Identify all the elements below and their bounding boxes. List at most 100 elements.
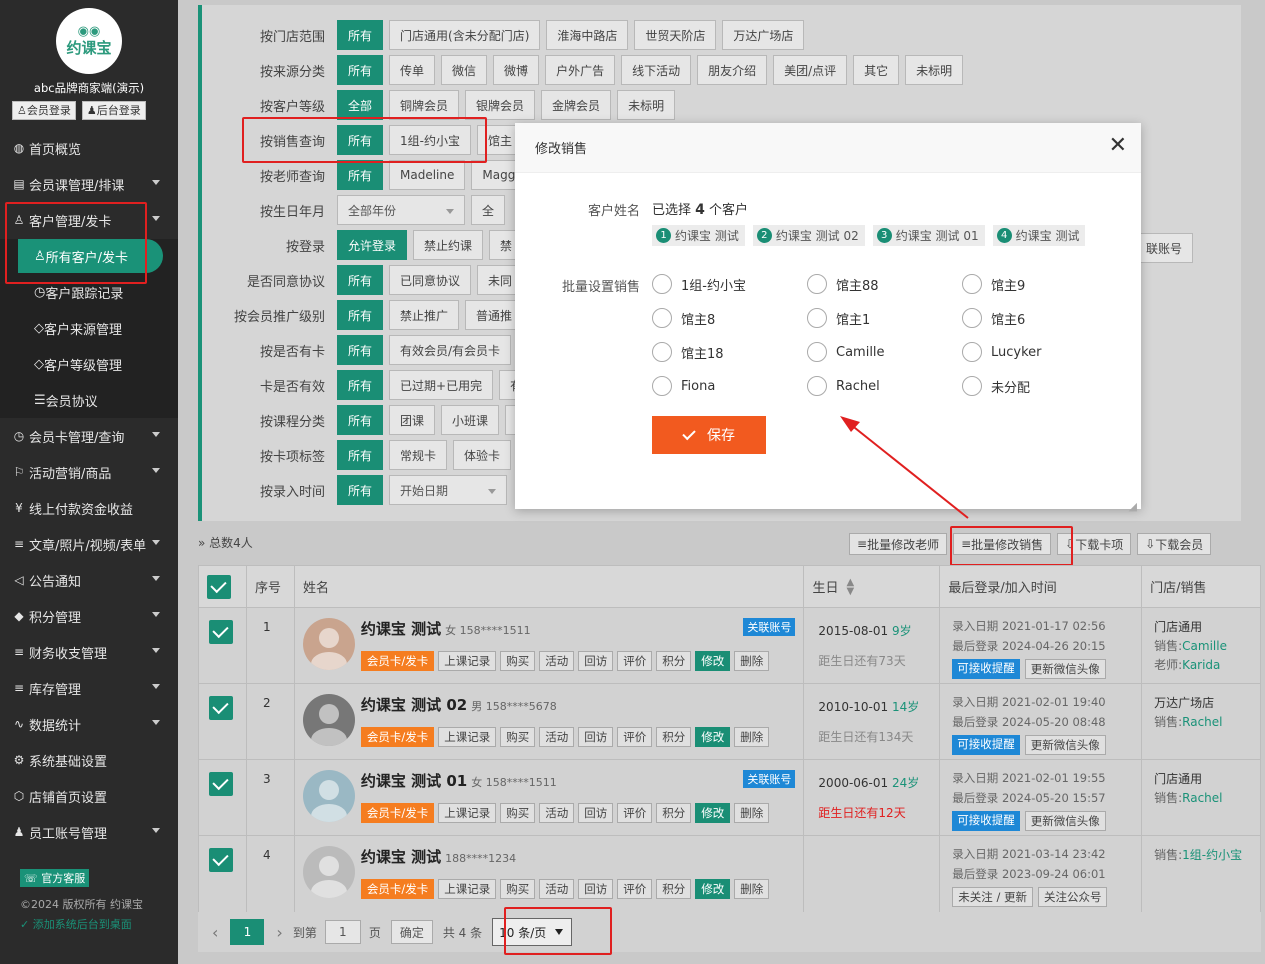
sidebar-subitem-3[interactable]: ◇ 客户等级管理 [0,346,178,382]
row-op-2[interactable]: 购买 [500,651,536,671]
filter-option[interactable]: 所有 [337,405,384,435]
filter-option[interactable]: 淮海中路店 [546,20,629,50]
header-birthday[interactable]: 生日 ▲ ▼ [804,566,941,607]
page-1-button[interactable]: 1 [230,919,265,945]
row-op-4[interactable]: 回访 [578,803,614,823]
filter-option[interactable]: 1组-约小宝 [389,125,471,155]
filter-option[interactable]: 银牌会员 [465,90,536,120]
reminder-tag[interactable]: 可接收提醒 [952,735,1020,755]
row-op-1[interactable]: 上课记录 [438,727,497,747]
sidebar-item-8[interactable]: ◆ 积分管理 [0,598,178,634]
row-op-2[interactable]: 购买 [500,727,536,747]
row-op-7[interactable]: 修改 [695,727,731,747]
sidebar-item-12[interactable]: ⚙ 系统基础设置 [0,742,178,778]
sales-radio-option[interactable]: 馆主1 [807,308,870,328]
avatar[interactable] [302,618,355,670]
row-op-6[interactable]: 积分 [656,727,692,747]
filter-option[interactable]: 所有 [337,300,384,330]
row-op-8[interactable]: 删除 [734,727,770,747]
filter-option[interactable]: 金牌会员 [541,90,612,120]
avatar[interactable] [302,770,355,822]
filter-option[interactable]: 微信 [441,55,488,85]
sidebar-item-7[interactable]: ◁ 公告通知 [0,562,178,598]
sales-radio-option[interactable]: Lucyker [962,342,1042,362]
sales-radio-option[interactable]: Camille [807,342,885,362]
row-op-0[interactable]: 会员卡/发卡 [360,879,435,899]
row-op-0[interactable]: 会员卡/发卡 [360,727,435,747]
row-op-7[interactable]: 修改 [695,803,731,823]
page-input[interactable]: 1 [324,920,361,944]
row-op-6[interactable]: 积分 [656,879,692,899]
sidebar-item-3[interactable]: ◷ 会员卡管理/查询 [0,418,178,454]
linked-account-badge[interactable]: 关联账号 [743,770,796,788]
filter-option[interactable]: 所有 [337,265,384,295]
sidebar-subitem-4[interactable]: ☰ 会员协议 [0,382,178,418]
close-icon[interactable]: ✕ [1109,135,1127,157]
row-op-2[interactable]: 购买 [500,803,536,823]
update-avatar-tag[interactable]: 更新微信头像 [1024,811,1106,831]
select-all-checkbox[interactable] [199,566,247,607]
filter-option[interactable]: 传单 [389,55,436,85]
filter-option[interactable]: 所有 [337,125,384,155]
sales-radio-option[interactable]: 1组-约小宝 [652,274,746,294]
download-card-button[interactable]: ⇩ 下载卡项 [1057,533,1132,555]
resize-handle-icon[interactable]: ◢ [1129,500,1137,513]
sidebar-item-0[interactable]: ◍ 首页概览 [0,130,178,166]
filter-option[interactable]: 户外广告 [545,55,616,85]
sidebar-item-4[interactable]: ⚐ 活动营销/商品 [0,454,178,490]
filter-option[interactable]: 未标明 [617,90,676,120]
row-op-8[interactable]: 删除 [734,651,770,671]
sidebar-item-11[interactable]: ∿ 数据统计 [0,706,178,742]
row-op-5[interactable]: 评价 [617,727,653,747]
row-op-4[interactable]: 回访 [578,651,614,671]
filter-option[interactable]: 美团/点评 [773,55,848,85]
row-op-6[interactable]: 积分 [656,651,692,671]
row-op-5[interactable]: 评价 [617,879,653,899]
row-op-3[interactable]: 活动 [539,651,575,671]
birth-year-select[interactable]: 全部年份 [337,195,465,225]
row-checkbox[interactable] [209,772,233,796]
row-op-1[interactable]: 上课记录 [438,879,497,899]
filter-option[interactable]: 微博 [493,55,540,85]
filter-option[interactable]: 其它 [853,55,900,85]
sales-radio-option[interactable]: 未分配 [962,376,1030,396]
row-op-1[interactable]: 上课记录 [438,651,497,671]
filter-option[interactable]: 已过期+已用完 [389,370,494,400]
sales-radio-option[interactable]: 馆主6 [962,308,1025,328]
reminder-tag[interactable]: 未关注 / 更新 [952,887,1033,907]
sales-radio-option[interactable]: 馆主18 [652,342,724,362]
row-op-3[interactable]: 活动 [539,803,575,823]
batch-sales-button[interactable]: ≡ 批量修改销售 [953,533,1052,555]
filter-option[interactable]: 允许登录 [337,230,408,260]
customer-name[interactable]: 约课宝 测试女 158****1511 [361,618,531,639]
row-op-4[interactable]: 回访 [578,879,614,899]
sidebar-item-6[interactable]: ≡ 文章/照片/视频/表单 [0,526,178,562]
filter-option[interactable]: Madeline [389,160,466,190]
row-op-2[interactable]: 购买 [500,879,536,899]
sidebar-item-13[interactable]: ⬡ 店铺首页设置 [0,778,178,814]
batch-teacher-button[interactable]: ≡ 批量修改老师 [849,533,948,555]
row-op-6[interactable]: 积分 [656,803,692,823]
row-op-7[interactable]: 修改 [695,879,731,899]
filter-option[interactable]: 小班课 [441,405,500,435]
filter-option[interactable]: 世贸天阶店 [634,20,717,50]
page-size-select[interactable]: 10 条/页 [492,918,573,946]
row-checkbox[interactable] [209,620,233,644]
row-op-8[interactable]: 删除 [734,803,770,823]
sidebar-item-5[interactable]: ¥ 线上付款资金收益 [0,490,178,526]
filter-option[interactable]: 万达广场店 [722,20,805,50]
filter-option[interactable]: 常规卡 [389,440,448,470]
update-avatar-tag[interactable]: 更新微信头像 [1024,659,1106,679]
filter-option[interactable]: 所有 [337,55,384,85]
sidebar-item-10[interactable]: ≡ 库存管理 [0,670,178,706]
sales-radio-option[interactable]: 馆主8 [652,308,715,328]
filter-option[interactable]: 全 [471,195,506,225]
filter-option[interactable]: 所有 [337,370,384,400]
sidebar-item-2[interactable]: ♙ 客户管理/发卡 [0,202,178,238]
reminder-tag[interactable]: 可接收提醒 [952,811,1020,831]
filter-option[interactable]: 铜牌会员 [389,90,460,120]
reminder-tag[interactable]: 可接收提醒 [952,659,1020,679]
filter-option[interactable]: 已同意协议 [389,265,472,295]
filter-option[interactable]: 朋友介绍 [697,55,768,85]
admin-login-button[interactable]: ♟后台登录 [81,101,146,120]
